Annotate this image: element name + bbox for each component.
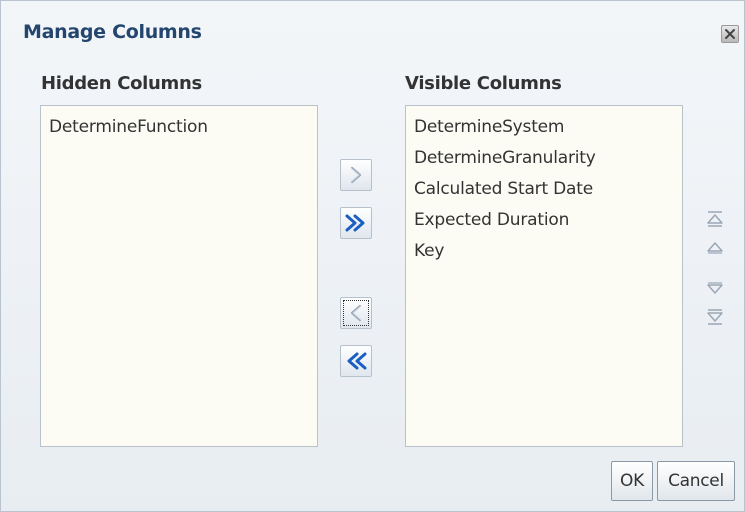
remove-selected-button[interactable] [340,297,372,329]
move-bottom-icon[interactable] [705,307,725,327]
dialog-title: Manage Columns [23,21,202,43]
close-icon [725,29,735,39]
list-item[interactable]: DetermineFunction [47,112,311,143]
hidden-columns-heading: Hidden Columns [41,73,202,94]
list-item[interactable]: Expected Duration [412,205,676,236]
visible-columns-list[interactable]: DetermineSystem DetermineGranularity Cal… [405,105,683,447]
list-item[interactable]: Key [412,236,676,267]
move-down-icon[interactable] [705,279,725,299]
manage-columns-dialog: Manage Columns Hidden Columns DetermineF… [0,0,745,512]
move-all-button[interactable] [340,207,372,239]
double-chevron-right-icon [345,214,365,232]
double-chevron-left-icon [347,352,367,370]
cancel-button[interactable]: Cancel [657,461,735,501]
list-item[interactable]: DetermineGranularity [412,143,676,174]
remove-all-button[interactable] [340,345,372,377]
close-button[interactable] [721,25,739,43]
visible-columns-heading: Visible Columns [405,73,562,94]
ok-button[interactable]: OK [611,461,653,501]
list-item[interactable]: Calculated Start Date [412,174,676,205]
chevron-left-icon [350,304,362,322]
chevron-right-icon [350,166,362,184]
list-item[interactable]: DetermineSystem [412,112,676,143]
hidden-columns-list[interactable]: DetermineFunction [40,105,318,447]
move-up-icon[interactable] [705,237,725,257]
move-selected-button[interactable] [340,159,372,191]
move-top-icon[interactable] [705,209,725,229]
